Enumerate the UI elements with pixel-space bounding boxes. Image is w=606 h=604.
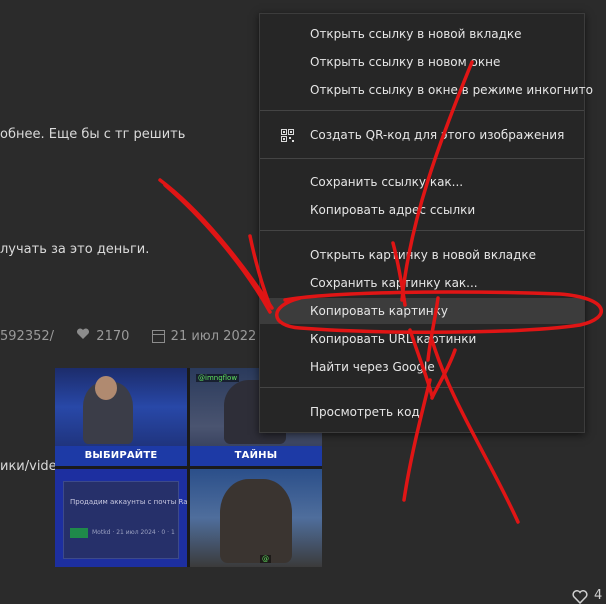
menu-separator bbox=[260, 387, 584, 388]
bottom-like-count: 4 bbox=[594, 588, 603, 603]
market-card: Продадим аккаунты с почты Rambler Motkd … bbox=[63, 481, 187, 559]
menu-item-open-new-window[interactable]: Открыть ссылку в новом окне bbox=[260, 49, 584, 75]
meme-caption-left: ВЫБИРАЙТЕ КАТЕГОРИЮ bbox=[55, 446, 187, 466]
meme-panel-card: Продадим аккаунты с почты Rambler Motkd … bbox=[55, 469, 187, 567]
post-link-fragment[interactable]: 592352/ bbox=[0, 329, 54, 344]
card-badge bbox=[70, 528, 88, 538]
menu-item-copy-image[interactable]: Копировать картинку bbox=[260, 298, 584, 324]
card-meta: Motkd · 21 июл 2024 · 0 · 1 bbox=[92, 529, 175, 536]
annotation-arrow-line bbox=[163, 183, 272, 314]
calendar-icon bbox=[151, 330, 165, 343]
card-text: Продадим аккаунты с почты Rambler bbox=[70, 498, 187, 506]
menu-item-copy-image-url[interactable]: Копировать URL картинки bbox=[260, 326, 584, 352]
menu-item-save-image-as[interactable]: Сохранить картинку как... bbox=[260, 270, 584, 296]
heart-icon[interactable] bbox=[76, 328, 90, 340]
likes-count: 2170 bbox=[96, 329, 130, 344]
meme-panel-host: ВЫБИРАЙТЕ КАТЕГОРИЮ bbox=[55, 368, 187, 466]
menu-item-open-new-tab[interactable]: Открыть ссылку в новой вкладке bbox=[260, 21, 584, 47]
post-text-line: лучать за это деньги. bbox=[0, 242, 150, 257]
context-menu: Открыть ссылку в новой вкладке Открыть с… bbox=[259, 13, 593, 433]
menu-item-search-google[interactable]: Найти через Google bbox=[260, 354, 584, 380]
post-date: 21 июл 2022 bbox=[170, 329, 257, 344]
menu-separator bbox=[260, 110, 584, 111]
meme-panel-shock: @ bbox=[190, 469, 322, 567]
post-meta: 592352/ 2170 21 июл 2022 bbox=[0, 328, 256, 344]
annotation-arrow-line bbox=[158, 178, 274, 310]
host-head bbox=[95, 376, 117, 400]
shocked-figure bbox=[220, 479, 292, 563]
menu-item-label: Создать QR-код для этого изображения bbox=[310, 128, 565, 142]
watermark: @imngflow bbox=[196, 374, 240, 382]
menu-item-inspect[interactable]: Просмотреть код bbox=[260, 399, 584, 425]
menu-item-save-link-as[interactable]: Сохранить ссылку как... bbox=[260, 169, 584, 195]
meme-caption-right: ТАЙНЫ ЧЕЛОВЕЧЕСТВА bbox=[190, 446, 322, 466]
menu-item-copy-link-address[interactable]: Копировать адрес ссылки bbox=[260, 197, 584, 223]
post-text-line: обнее. Еще бы с тг решить bbox=[0, 127, 186, 142]
menu-separator bbox=[260, 158, 584, 159]
menu-item-create-qr[interactable]: Создать QR-код для этого изображения bbox=[260, 122, 584, 148]
menu-item-open-image-new-tab[interactable]: Открыть картинку в новой вкладке bbox=[260, 242, 584, 268]
watermark-bottom: @ bbox=[260, 555, 271, 563]
qr-code-icon bbox=[281, 129, 294, 142]
menu-item-open-incognito[interactable]: Открыть ссылку в окне в режиме инкогнито bbox=[260, 77, 593, 103]
menu-separator bbox=[260, 230, 584, 231]
